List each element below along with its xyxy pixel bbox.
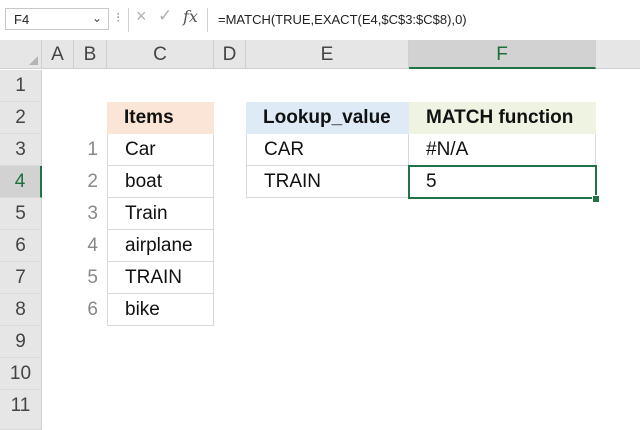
formula-bar: F4 ⌄ ⁝ × ✓ fx =MATCH(TRUE,EXACT(E4,$C$3:…	[0, 0, 640, 40]
row-header-11[interactable]: 11	[0, 390, 42, 430]
item-cell[interactable]: Car	[107, 134, 214, 166]
select-all-icon	[29, 56, 38, 65]
column-header-c[interactable]: C	[107, 40, 214, 69]
name-box[interactable]: F4 ⌄	[5, 8, 109, 30]
column-header-f[interactable]: F	[409, 40, 596, 69]
insert-function-icon[interactable]: fx	[183, 7, 198, 26]
lookup-value-cell[interactable]: CAR	[246, 134, 409, 166]
fill-handle[interactable]	[592, 195, 600, 203]
divider	[128, 8, 129, 32]
item-number[interactable]: 5	[70, 262, 98, 294]
items-header[interactable]: Items	[107, 102, 214, 134]
row-header-7[interactable]: 7	[0, 262, 42, 294]
row-header-8[interactable]: 8	[0, 294, 42, 326]
lookup-value-header[interactable]: Lookup_value	[246, 102, 409, 134]
row-header-6[interactable]: 6	[0, 230, 42, 262]
active-cell-f4[interactable]: 5	[408, 165, 597, 199]
match-result-cell[interactable]: #N/A	[409, 134, 596, 166]
item-cell[interactable]: TRAIN	[107, 262, 214, 294]
item-number[interactable]: 3	[70, 198, 98, 230]
row-header-4[interactable]: 4	[0, 166, 42, 198]
lookup-value-cell[interactable]: TRAIN	[246, 166, 409, 198]
item-cell[interactable]: bike	[107, 294, 214, 326]
spreadsheet-grid: A B C D E F 1 2 3 4 5 6 7 8 9 10 11 Item…	[0, 40, 640, 430]
item-number[interactable]: 4	[70, 230, 98, 262]
item-cell[interactable]: Train	[107, 198, 214, 230]
divider	[207, 8, 208, 32]
row-header-9[interactable]: 9	[0, 326, 42, 358]
item-cell[interactable]: boat	[107, 166, 214, 198]
row-header-10[interactable]: 10	[0, 358, 42, 390]
column-header-d[interactable]: D	[214, 40, 246, 69]
name-box-value: F4	[14, 12, 30, 27]
cancel-icon[interactable]: ×	[136, 6, 147, 27]
more-options-icon[interactable]: ⁝	[116, 9, 120, 26]
column-header-b[interactable]: B	[74, 40, 107, 69]
row-header-5[interactable]: 5	[0, 198, 42, 230]
column-header-empty[interactable]	[596, 40, 640, 69]
match-function-header[interactable]: MATCH function	[409, 102, 596, 134]
row-header-3[interactable]: 3	[0, 134, 42, 166]
column-header-e[interactable]: E	[246, 40, 409, 69]
item-number[interactable]: 6	[70, 294, 98, 326]
enter-icon[interactable]: ✓	[158, 6, 172, 26]
column-header-a[interactable]: A	[42, 40, 74, 69]
row-header-2[interactable]: 2	[0, 102, 42, 134]
row-header-1[interactable]: 1	[0, 70, 42, 102]
item-cell[interactable]: airplane	[107, 230, 214, 262]
item-number[interactable]: 2	[70, 166, 98, 198]
select-all-button[interactable]	[0, 40, 42, 69]
item-number[interactable]: 1	[70, 134, 98, 166]
formula-input[interactable]: =MATCH(TRUE,EXACT(E4,$C$3:$C$8),0)	[212, 8, 636, 32]
chevron-down-icon[interactable]: ⌄	[92, 11, 102, 25]
